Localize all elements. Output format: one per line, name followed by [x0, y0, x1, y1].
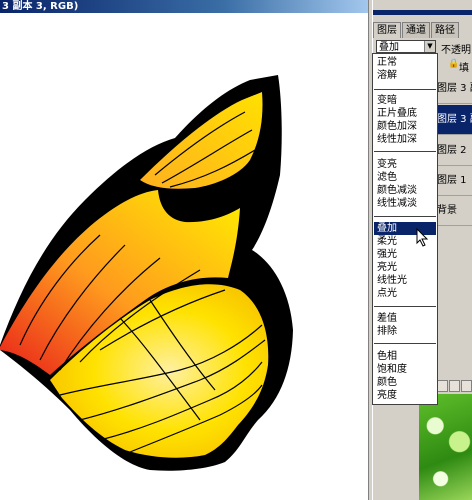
chevron-down-icon[interactable]: ▼ — [424, 41, 435, 52]
menu-item-color-burn[interactable]: 颜色加深 — [374, 120, 436, 133]
panel-title-bar[interactable] — [373, 10, 472, 15]
layer-name: 图层 1 — [437, 175, 467, 186]
menu-item-hue[interactable]: 色相 — [374, 350, 436, 363]
menu-item-screen[interactable]: 滤色 — [374, 171, 436, 184]
delete-layer-icon[interactable] — [449, 380, 460, 392]
menu-item-darken[interactable]: 变暗 — [374, 94, 436, 107]
menu-separator — [374, 89, 436, 90]
menu-item-dissolve[interactable]: 溶解 — [374, 69, 436, 82]
lock-icon[interactable]: 🔒 — [448, 59, 459, 69]
menu-item-exclusion[interactable]: 排除 — [374, 325, 436, 338]
menu-item-lighten[interactable]: 变亮 — [374, 158, 436, 171]
new-layer-icon[interactable] — [437, 380, 448, 392]
fill-label: 填 — [459, 63, 469, 74]
butterfly-wing-artwork — [0, 75, 293, 471]
layer-name: 图层 2 — [437, 145, 467, 156]
panel-tabs: 图层 通道 路径 — [373, 22, 472, 38]
menu-item-pin-light[interactable]: 点光 — [374, 287, 436, 300]
menu-separator — [374, 216, 436, 217]
panel-button-bar — [437, 380, 472, 394]
panel-menu-icon[interactable] — [461, 380, 472, 392]
blend-mode-value: 叠加 — [379, 42, 399, 53]
menu-item-color-dodge[interactable]: 颜色减淡 — [374, 184, 436, 197]
menu-item-linear-light[interactable]: 线性光 — [374, 274, 436, 287]
menu-separator — [374, 151, 436, 152]
menu-item-luminosity[interactable]: 亮度 — [374, 389, 436, 402]
menu-item-normal[interactable]: 正常 — [374, 56, 436, 69]
menu-item-linear-burn[interactable]: 线性加深 — [374, 133, 436, 146]
panel-header — [373, 0, 472, 22]
menu-item-hard-light[interactable]: 强光 — [374, 248, 436, 261]
tab-paths[interactable]: 路径 — [431, 22, 459, 38]
blend-mode-select[interactable]: 叠加 ▼ — [376, 40, 436, 53]
menu-separator — [374, 343, 436, 344]
menu-item-multiply[interactable]: 正片叠底 — [374, 107, 436, 120]
layer-name: 背景 — [437, 205, 457, 216]
pointer-cursor-icon — [416, 228, 429, 247]
opacity-label: 不透明 — [441, 45, 471, 56]
tab-layers[interactable]: 图层 — [373, 22, 401, 38]
menu-item-difference[interactable]: 差值 — [374, 312, 436, 325]
layer-name: 图层 3 副 — [437, 83, 472, 94]
tab-channels[interactable]: 通道 — [402, 22, 430, 38]
background-image-preview — [419, 394, 472, 500]
window-title: 3 副本 3, RGB) — [0, 0, 372, 13]
layer-name: 图层 3 副 — [437, 114, 472, 125]
menu-item-color[interactable]: 颜色 — [374, 376, 436, 389]
menu-separator — [374, 306, 436, 307]
menu-item-linear-dodge[interactable]: 线性减淡 — [374, 197, 436, 210]
document-canvas[interactable] — [0, 13, 368, 500]
menu-item-saturation[interactable]: 饱和度 — [374, 363, 436, 376]
menu-item-vivid-light[interactable]: 亮光 — [374, 261, 436, 274]
